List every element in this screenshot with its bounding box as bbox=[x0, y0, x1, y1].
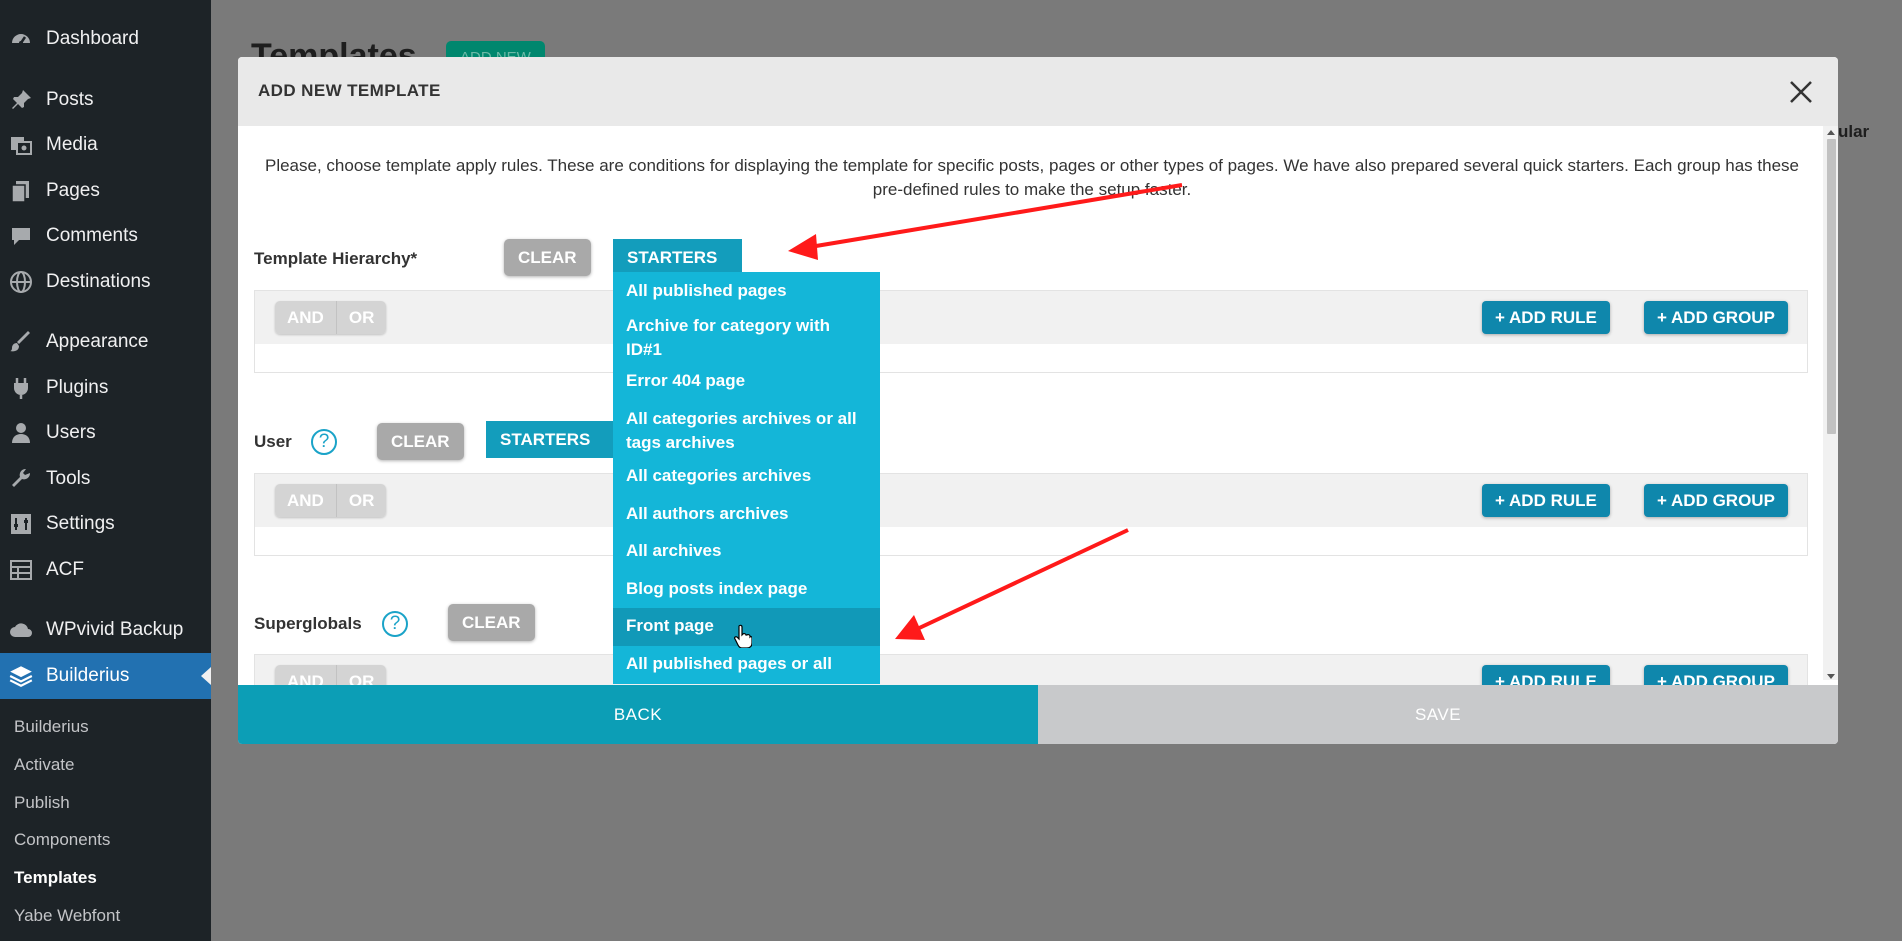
submenu-builderius[interactable]: Builderius bbox=[14, 717, 89, 737]
menu-label: Media bbox=[46, 134, 98, 155]
dropdown-item[interactable]: All categories archives or all tags arch… bbox=[613, 404, 880, 454]
comment-icon bbox=[8, 223, 34, 249]
menu-pages[interactable]: Pages bbox=[0, 171, 211, 211]
submenu-components[interactable]: Components bbox=[14, 830, 110, 850]
background-text: ular bbox=[1838, 122, 1870, 141]
hand-cursor-icon bbox=[734, 624, 752, 648]
starters-dropdown-button[interactable]: STARTERS bbox=[486, 421, 613, 458]
menu-tools[interactable]: Tools bbox=[0, 459, 211, 499]
dropdown-item[interactable]: All published pages bbox=[613, 276, 880, 306]
add-rule-button[interactable]: + ADD RULE bbox=[1482, 301, 1610, 334]
dropdown-item[interactable]: All published pages or all bbox=[613, 649, 880, 684]
dropdown-item[interactable]: Blog posts index page bbox=[613, 574, 880, 604]
menu-settings[interactable]: Settings bbox=[0, 504, 211, 544]
menu-wpvivid-backup[interactable]: WPvivid Backup bbox=[0, 610, 211, 650]
intro-text: Please, choose template apply rules. The… bbox=[264, 156, 1799, 199]
or-button[interactable]: OR bbox=[335, 301, 387, 334]
menu-label: Pages bbox=[46, 180, 100, 201]
rule-toolbar: AND OR + ADD RULE + ADD GROUP bbox=[255, 474, 1807, 527]
user-label: User bbox=[254, 432, 292, 451]
menu-label: Comments bbox=[46, 225, 138, 246]
admin-sidebar: Dashboard Posts Media Pages Comments Des… bbox=[0, 0, 211, 941]
menu-label: Tools bbox=[46, 468, 91, 489]
menu-label: Destinations bbox=[46, 271, 151, 292]
starters-dropdown-menu: All published pages Archive for category… bbox=[613, 272, 880, 684]
menu-comments[interactable]: Comments bbox=[0, 216, 211, 256]
clear-button[interactable]: CLEAR bbox=[504, 239, 591, 276]
settings-icon bbox=[8, 511, 34, 537]
template-hierarchy-label: Template Hierarchy* bbox=[254, 249, 418, 268]
and-or-toggle: AND OR bbox=[275, 484, 387, 517]
menu-dashboard[interactable]: Dashboard bbox=[0, 19, 211, 59]
submenu-publish[interactable]: Publish bbox=[14, 793, 70, 813]
and-or-toggle: AND OR bbox=[275, 301, 387, 334]
menu-posts[interactable]: Posts bbox=[0, 80, 211, 120]
clear-button[interactable]: CLEAR bbox=[377, 423, 464, 460]
and-button[interactable]: AND bbox=[275, 301, 336, 334]
menu-builderius[interactable]: Builderius bbox=[0, 653, 211, 699]
add-template-modal: ADD NEW TEMPLATE Please, choose template… bbox=[238, 57, 1838, 744]
scroll-down-icon[interactable] bbox=[1827, 674, 1835, 680]
media-icon bbox=[8, 132, 34, 158]
starters-label: STARTERS bbox=[500, 429, 591, 449]
wrench-icon bbox=[8, 466, 34, 492]
pin-icon bbox=[8, 87, 34, 113]
save-button[interactable]: SAVE bbox=[1038, 685, 1838, 744]
submenu-yabe-webfont[interactable]: Yabe Webfont bbox=[14, 906, 120, 926]
scrollbar-thumb[interactable] bbox=[1827, 139, 1836, 434]
add-group-button[interactable]: + ADD GROUP bbox=[1644, 301, 1788, 334]
dropdown-item[interactable]: Archive for category with ID#1 bbox=[613, 311, 880, 361]
plug-icon bbox=[8, 375, 34, 401]
menu-label: Appearance bbox=[46, 331, 149, 352]
menu-label: ACF bbox=[46, 559, 84, 580]
menu-label: Posts bbox=[46, 89, 94, 110]
close-icon bbox=[1790, 81, 1812, 103]
help-icon[interactable]: ? bbox=[311, 429, 337, 455]
dropdown-item[interactable]: All authors archives bbox=[613, 499, 880, 529]
cloud-icon bbox=[8, 617, 34, 643]
menu-label: WPvivid Backup bbox=[46, 619, 184, 640]
clear-button[interactable]: CLEAR bbox=[448, 604, 535, 641]
help-icon[interactable]: ? bbox=[382, 611, 408, 637]
menu-users[interactable]: Users bbox=[0, 413, 211, 453]
menu-plugins[interactable]: Plugins bbox=[0, 368, 211, 408]
dashboard-icon bbox=[8, 26, 34, 52]
menu-label: Users bbox=[46, 422, 96, 443]
user-icon bbox=[8, 420, 34, 446]
dropdown-item[interactable]: All categories archives bbox=[613, 461, 880, 491]
rule-toolbar: AND OR + ADD RULE + ADD GROUP bbox=[255, 291, 1807, 344]
menu-label: Builderius bbox=[46, 665, 130, 686]
table-icon bbox=[8, 557, 34, 583]
menu-media[interactable]: Media bbox=[0, 125, 211, 165]
menu-acf[interactable]: ACF bbox=[0, 550, 211, 590]
scroll-up-icon[interactable] bbox=[1827, 129, 1835, 135]
dropdown-item[interactable]: Error 404 page bbox=[613, 366, 880, 396]
dropdown-item[interactable]: All archives bbox=[613, 536, 880, 566]
menu-destinations[interactable]: Destinations bbox=[0, 262, 211, 302]
add-group-button[interactable]: + ADD GROUP bbox=[1644, 484, 1788, 517]
layers-icon bbox=[8, 663, 34, 689]
superglobals-label: Superglobals bbox=[254, 614, 362, 633]
starters-label: STARTERS bbox=[627, 247, 718, 267]
menu-appearance[interactable]: Appearance bbox=[0, 322, 211, 362]
menu-label: Plugins bbox=[46, 377, 109, 398]
add-rule-button[interactable]: + ADD RULE bbox=[1482, 484, 1610, 517]
submenu-templates[interactable]: Templates bbox=[14, 868, 97, 888]
and-button[interactable]: AND bbox=[275, 484, 336, 517]
submenu-activate[interactable]: Activate bbox=[14, 755, 74, 775]
menu-label: Settings bbox=[46, 513, 115, 534]
rule-group-hierarchy: AND OR + ADD RULE + ADD GROUP bbox=[254, 290, 1808, 373]
back-button[interactable]: BACK bbox=[238, 685, 1038, 744]
or-button[interactable]: OR bbox=[335, 484, 387, 517]
close-button[interactable] bbox=[1786, 77, 1816, 107]
menu-label: Dashboard bbox=[46, 28, 139, 49]
rule-group-user: AND OR + ADD RULE + ADD GROUP bbox=[254, 473, 1808, 556]
globe-icon bbox=[8, 269, 34, 295]
brush-icon bbox=[8, 329, 34, 355]
modal-title: ADD NEW TEMPLATE bbox=[258, 81, 441, 100]
pages-icon bbox=[8, 178, 34, 204]
modal-header: ADD NEW TEMPLATE bbox=[238, 57, 1838, 126]
starters-dropdown-button[interactable]: STARTERS bbox=[613, 239, 742, 276]
